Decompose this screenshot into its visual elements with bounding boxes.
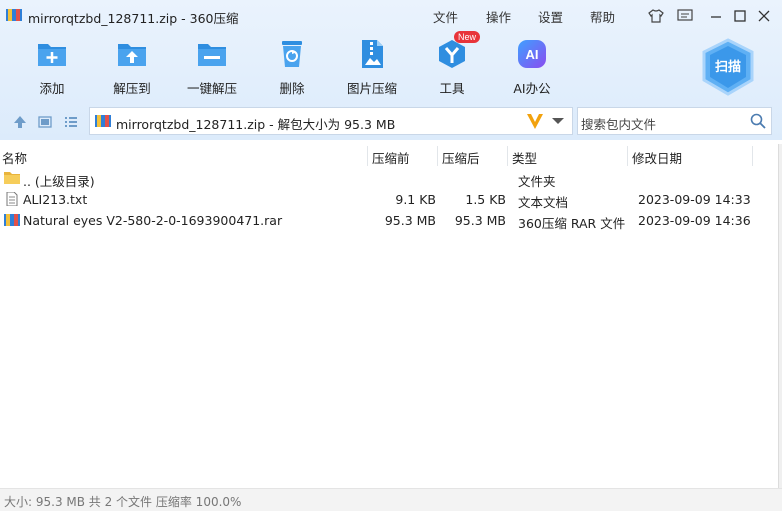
- add-label: 添加: [39, 81, 65, 96]
- file-type: 文件夹: [518, 174, 556, 189]
- file-modified: 2023-09-09 14:33: [638, 192, 751, 207]
- extract-to-button[interactable]: 解压到: [100, 38, 164, 98]
- file-size-after: 1.5 KB: [465, 192, 506, 207]
- add-icon: [38, 44, 66, 66]
- file-size-before: 95.3 MB: [384, 213, 436, 228]
- menu-file[interactable]: 文件: [433, 7, 458, 26]
- column-compressed-after[interactable]: 压缩后: [442, 148, 480, 167]
- table-row[interactable]: .. (上级目录) 文件夹: [0, 168, 778, 189]
- menu-settings[interactable]: 设置: [538, 7, 563, 26]
- search-icon[interactable]: [750, 113, 766, 129]
- status-text: 大小: 95.3 MB 共 2 个文件 压缩率 100.0%: [4, 495, 242, 509]
- ai-icon-text: AI: [526, 47, 539, 62]
- minimize-button[interactable]: [707, 7, 725, 25]
- list-view-button[interactable]: [62, 113, 80, 131]
- list-view-icon: [65, 117, 77, 127]
- chevron-down-icon[interactable]: [552, 118, 564, 124]
- image-compress-label: 图片压缩: [346, 81, 397, 96]
- column-divider[interactable]: [437, 146, 438, 166]
- maximize-button[interactable]: [731, 7, 749, 25]
- column-type[interactable]: 类型: [512, 148, 537, 167]
- column-compressed-before[interactable]: 压缩前: [372, 148, 410, 167]
- maximize-icon: [734, 10, 746, 22]
- ai-office-icon: AI: [518, 40, 546, 68]
- zip-archive-icon: [95, 115, 111, 127]
- status-bar: 大小: 95.3 MB 共 2 个文件 压缩率 100.0%: [0, 488, 782, 511]
- delete-button[interactable]: 删除: [260, 38, 324, 98]
- one-click-extract-icon: [198, 44, 226, 66]
- add-button[interactable]: 添加: [20, 38, 84, 98]
- thumbnail-view-button[interactable]: [36, 113, 54, 131]
- close-button[interactable]: [755, 7, 773, 25]
- address-field[interactable]: mirrorqtzbd_128711.zip - 解包大小为 95.3 MB: [89, 107, 573, 135]
- thumbnail-view-icon: [38, 116, 52, 128]
- close-icon: [758, 10, 770, 22]
- extract-to-label: 解压到: [113, 81, 151, 96]
- scan-button[interactable]: 扫描: [700, 38, 756, 96]
- feedback-button[interactable]: [676, 7, 694, 25]
- text-file-icon: [6, 192, 18, 206]
- image-compress-button[interactable]: 图片压缩: [340, 38, 404, 98]
- tools-label: 工具: [439, 81, 465, 96]
- v360-logo-icon: [527, 114, 543, 129]
- file-type: 文本文档: [518, 195, 569, 210]
- table-row[interactable]: ALI213.txt 9.1 KB 1.5 KB 文本文档 2023-09-09…: [0, 189, 778, 210]
- column-divider[interactable]: [507, 146, 508, 166]
- image-compress-icon: [362, 40, 383, 68]
- column-name[interactable]: 名称: [2, 148, 27, 167]
- up-button[interactable]: [11, 113, 29, 131]
- window-title: mirrorqtzbd_128711.zip - 360压缩: [28, 11, 239, 26]
- file-name: ALI213.txt: [23, 192, 88, 207]
- vertical-scrollbar[interactable]: [778, 144, 782, 488]
- search-placeholder: 搜索包内文件: [581, 117, 657, 132]
- column-divider[interactable]: [752, 146, 753, 166]
- file-size-after: 95.3 MB: [454, 213, 506, 228]
- file-type: 360压缩 RAR 文件: [518, 216, 626, 231]
- delete-icon: [282, 41, 302, 67]
- ai-office-button[interactable]: AI AI办公: [500, 38, 564, 98]
- address-path: mirrorqtzbd_128711.zip - 解包大小为 95.3 MB: [116, 117, 396, 132]
- delete-label: 删除: [279, 81, 305, 96]
- arrow-up-icon: [14, 116, 26, 128]
- file-name: .. (上级目录): [23, 174, 95, 189]
- shirt-icon: [648, 9, 664, 23]
- table-row[interactable]: Natural eyes V2-580-2-0-1693900471.rar 9…: [0, 210, 778, 231]
- file-modified: 2023-09-09 14:36: [638, 213, 751, 228]
- file-list: .. (上级目录) 文件夹 ALI213.txt 9.1 KB 1.5 KB 文…: [0, 168, 778, 486]
- scan-label: 扫描: [714, 60, 741, 75]
- folder-icon: [4, 172, 20, 184]
- column-modified[interactable]: 修改日期: [632, 148, 682, 167]
- column-divider[interactable]: [627, 146, 628, 166]
- one-click-extract-label: 一键解压: [186, 81, 237, 96]
- column-divider[interactable]: [367, 146, 368, 166]
- column-headers: 名称 压缩前 压缩后 类型 修改日期: [0, 144, 778, 168]
- archive-app-icon: [6, 9, 22, 21]
- file-name: Natural eyes V2-580-2-0-1693900471.rar: [23, 213, 283, 228]
- menu-help[interactable]: 帮助: [590, 7, 615, 26]
- extract-to-icon: [118, 44, 146, 66]
- rar-archive-icon: [4, 214, 20, 226]
- one-click-extract-button[interactable]: 一键解压: [180, 38, 244, 98]
- new-badge: New: [454, 31, 481, 43]
- message-icon: [677, 9, 693, 21]
- file-size-before: 9.1 KB: [395, 192, 436, 207]
- title-bar: mirrorqtzbd_128711.zip - 360压缩 文件 操作 设置 …: [0, 0, 782, 32]
- ai-office-label: AI办公: [513, 81, 551, 96]
- address-bar-row: mirrorqtzbd_128711.zip - 解包大小为 95.3 MB 搜…: [0, 106, 782, 138]
- tools-button[interactable]: New 工具: [420, 31, 484, 98]
- menu-operation[interactable]: 操作: [486, 7, 511, 26]
- skin-button[interactable]: [647, 7, 665, 25]
- minimize-icon: [711, 16, 721, 18]
- search-input[interactable]: 搜索包内文件: [577, 107, 772, 135]
